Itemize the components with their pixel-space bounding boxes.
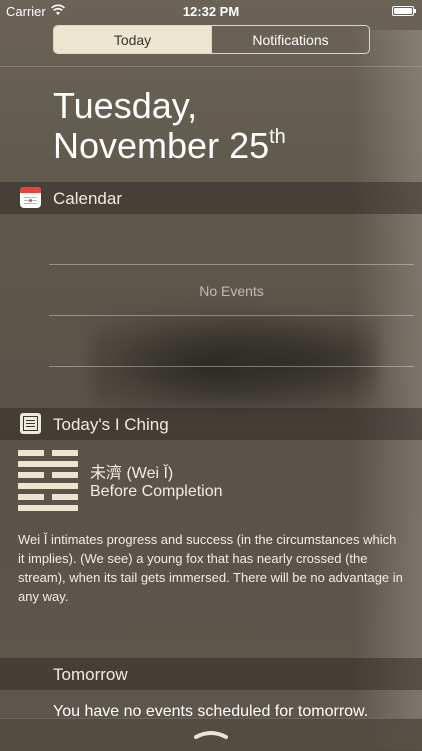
bottom-bar bbox=[0, 718, 422, 751]
header-divider bbox=[0, 66, 422, 67]
background-edge-highlight bbox=[352, 30, 422, 750]
date-weekday: Tuesday, bbox=[53, 85, 198, 126]
calendar-divider bbox=[49, 315, 414, 316]
hexagram-name: 未濟 (Wei Ǐ) bbox=[90, 465, 174, 482]
date-ordinal-suffix: th bbox=[269, 126, 286, 148]
calendar-section-header[interactable]: Calendar bbox=[0, 182, 422, 214]
view-segmented-control: Today Notifications bbox=[53, 25, 370, 54]
status-time: 12:32 PM bbox=[182, 4, 240, 19]
iching-book-icon bbox=[20, 413, 41, 434]
tomorrow-section-title: Tomorrow bbox=[53, 665, 128, 684]
iching-section-header[interactable]: Today's I Ching bbox=[0, 408, 422, 440]
tab-notifications[interactable]: Notifications bbox=[211, 26, 369, 53]
status-bar: Carrier 12:32 PM bbox=[0, 0, 422, 22]
calendar-divider bbox=[49, 366, 414, 367]
hexagram-description: Wei Ǐ intimates progress and success (in… bbox=[18, 532, 403, 604]
date-month-day: November 25th bbox=[53, 125, 286, 166]
hexagram-meaning: Before Completion bbox=[90, 483, 223, 500]
calendar-empty-label: No Events bbox=[199, 283, 264, 299]
date-month-day-text: November 25 bbox=[53, 125, 270, 166]
tab-today[interactable]: Today bbox=[54, 26, 211, 53]
battery-icon bbox=[392, 6, 416, 16]
calendar-divider bbox=[49, 264, 414, 265]
iching-section-title: Today's I Ching bbox=[53, 415, 169, 434]
calendar-section-title: Calendar bbox=[53, 189, 122, 208]
background-blur bbox=[90, 300, 380, 410]
calendar-icon bbox=[20, 187, 41, 208]
hexagram-icon bbox=[18, 450, 78, 512]
grabber-handle-icon[interactable] bbox=[193, 729, 229, 739]
tomorrow-section-header: Tomorrow bbox=[0, 658, 422, 690]
